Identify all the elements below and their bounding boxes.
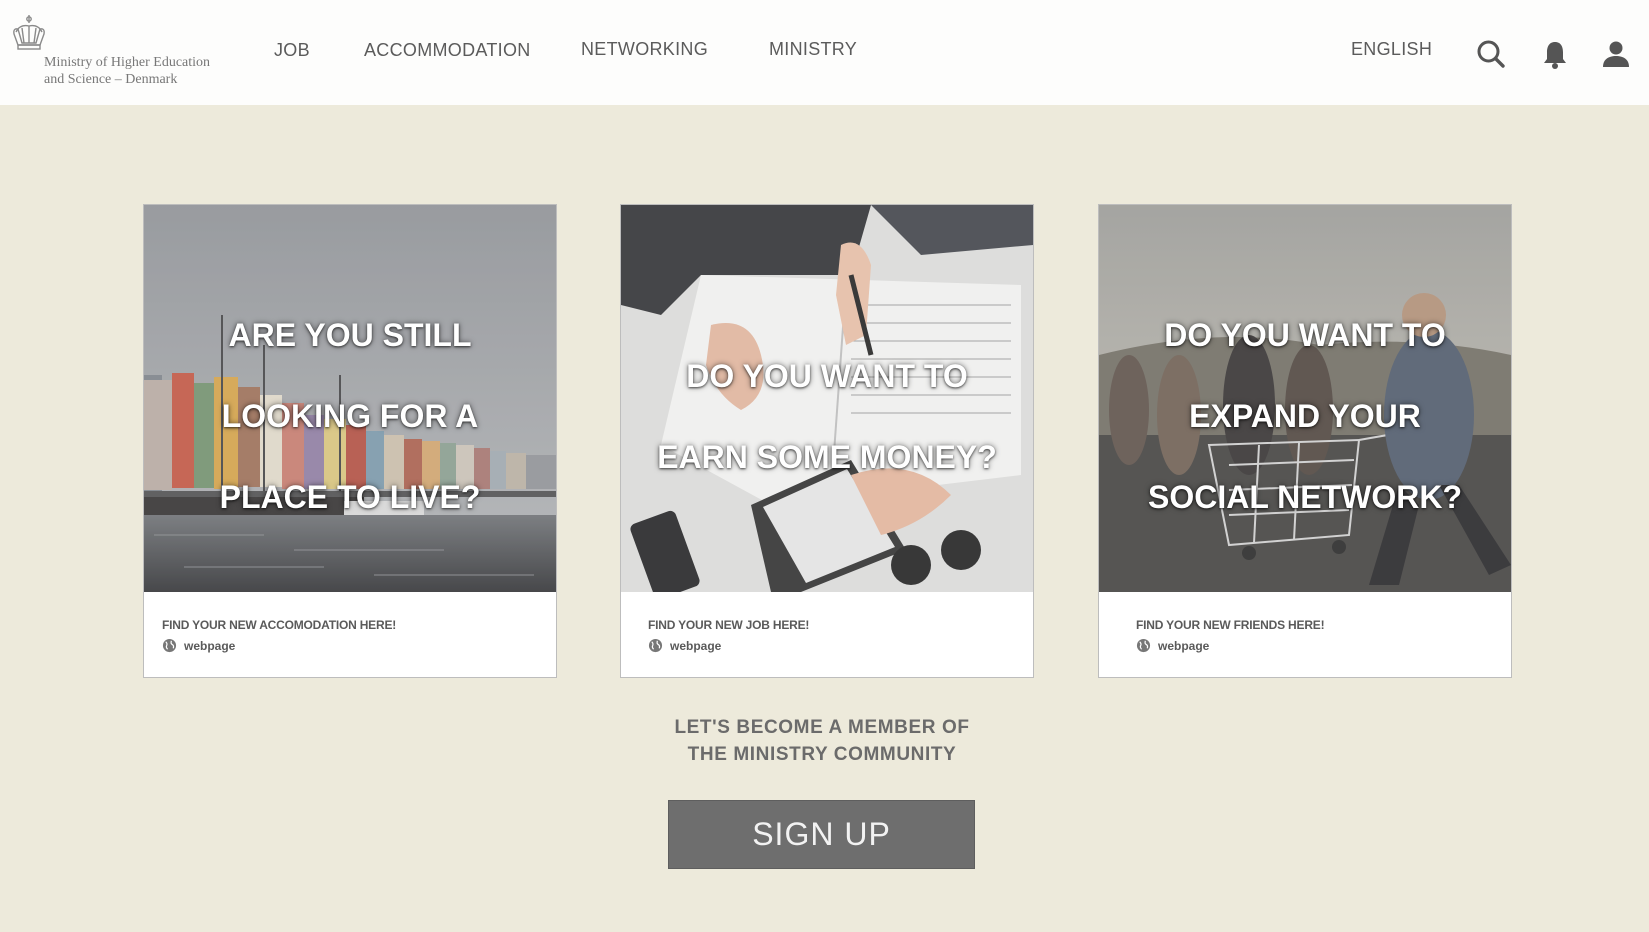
nav-job[interactable]: JOB [274,40,310,61]
webpage-link[interactable]: webpage [162,638,235,653]
card-footer-title: FIND YOUR NEW ACCOMODATION HERE! [162,618,397,632]
webpage-link-label: webpage [670,638,722,653]
card-footer [1099,592,1511,677]
crown-icon [13,15,45,50]
headline-line: ARE YOU STILL [228,317,472,353]
ministry-logo[interactable]: Ministry of Higher Education and Science… [10,14,230,94]
globe-icon [648,638,663,653]
globe-icon [162,638,177,653]
user-icon[interactable] [1600,38,1632,70]
headline-line: EXPAND YOUR [1189,398,1421,434]
headline-line: LOOKING FOR A [221,398,479,434]
harbor-photo: ARE YOU STILL LOOKING FOR A PLACE TO LIV… [144,205,556,592]
cta-line2: THE MINISTRY COMMUNITY [687,744,957,765]
language-selector[interactable]: ENGLISH [1351,39,1432,60]
sign-up-button[interactable]: SIGN UP [668,800,975,869]
top-header: Ministry of Higher Education and Science… [0,0,1649,105]
headline-line: EARN SOME MONEY? [657,439,997,475]
card-networking[interactable]: DO YOU WANT TO EXPAND YOUR SOCIAL NETWOR… [1098,204,1512,678]
card-footer-title: FIND YOUR NEW JOB HERE! [648,618,810,632]
headline-line: SOCIAL NETWORK? [1147,479,1463,515]
globe-icon [1136,638,1151,653]
webpage-link-label: webpage [184,638,236,653]
ministry-name-line2: and Science – Denmark [44,72,178,87]
desk-work-photo: DO YOU WANT TO EARN SOME MONEY? [621,205,1033,592]
card-footer [144,592,556,677]
nav-networking[interactable]: NETWORKING [581,39,708,60]
card-footer [621,592,1033,677]
card-headline: DO YOU WANT TO EARN SOME MONEY? [621,336,1033,498]
webpage-link[interactable]: webpage [1136,638,1209,653]
cta-line1: LET'S BECOME A MEMBER OF [674,717,970,738]
search-icon[interactable] [1475,38,1507,70]
card-headline: DO YOU WANT TO EXPAND YOUR SOCIAL NETWOR… [1099,295,1511,538]
friends-shopping-cart-photo: DO YOU WANT TO EXPAND YOUR SOCIAL NETWOR… [1099,205,1511,592]
webpage-link-label: webpage [1158,638,1210,653]
card-footer-title: FIND YOUR NEW FRIENDS HERE! [1136,618,1325,632]
nav-ministry[interactable]: MINISTRY [769,39,857,60]
card-accommodation[interactable]: ARE YOU STILL LOOKING FOR A PLACE TO LIV… [143,204,557,678]
membership-invitation: LET'S BECOME A MEMBER OF THE MINISTRY CO… [572,714,1072,768]
ministry-name-line1: Ministry of Higher Education [44,55,211,70]
nav-accommodation[interactable]: ACCOMMODATION [364,40,531,61]
headline-line: DO YOU WANT TO [1164,317,1446,353]
card-headline: ARE YOU STILL LOOKING FOR A PLACE TO LIV… [144,295,556,538]
headline-line: PLACE TO LIVE? [219,479,481,515]
bell-icon[interactable] [1539,39,1571,71]
ministry-name: Ministry of Higher Education and Science… [44,54,210,88]
card-job[interactable]: DO YOU WANT TO EARN SOME MONEY? FIND YOU… [620,204,1034,678]
webpage-link[interactable]: webpage [648,638,721,653]
headline-line: DO YOU WANT TO [686,358,968,394]
